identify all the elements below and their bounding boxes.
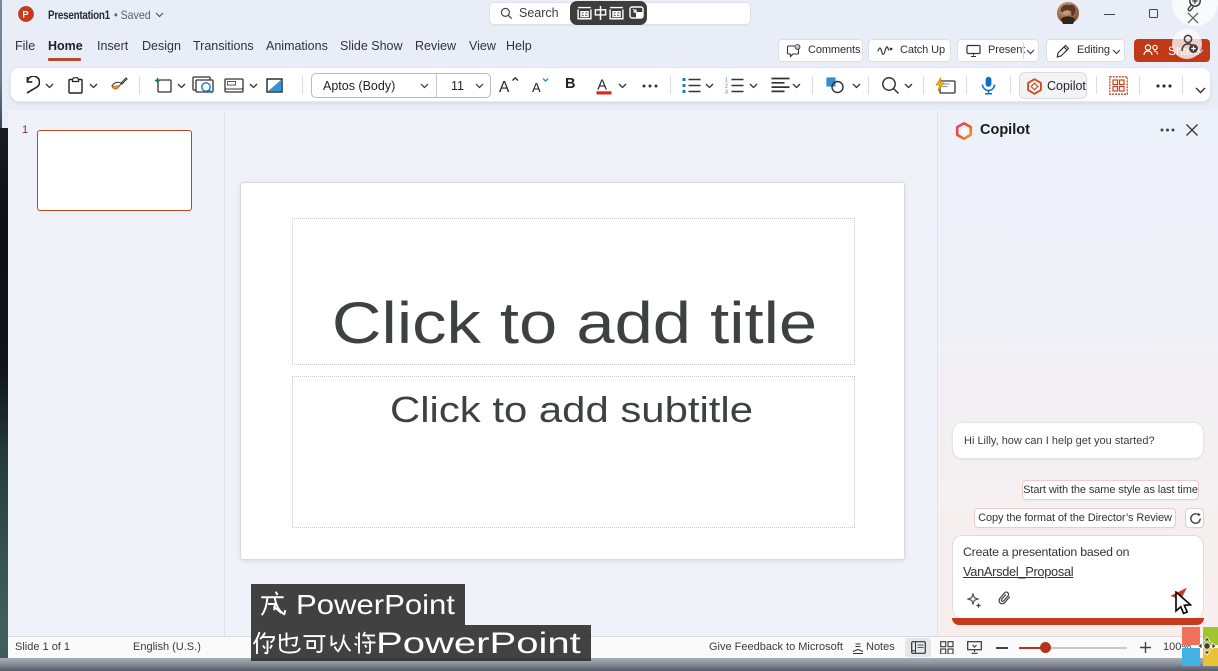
svg-text:P: P: [22, 9, 28, 19]
svg-text:@: @: [796, 45, 801, 50]
svg-text:A: A: [597, 78, 607, 94]
svg-text:3: 3: [725, 90, 728, 94]
svg-text:A: A: [499, 79, 510, 94]
svg-text:A: A: [532, 80, 541, 94]
